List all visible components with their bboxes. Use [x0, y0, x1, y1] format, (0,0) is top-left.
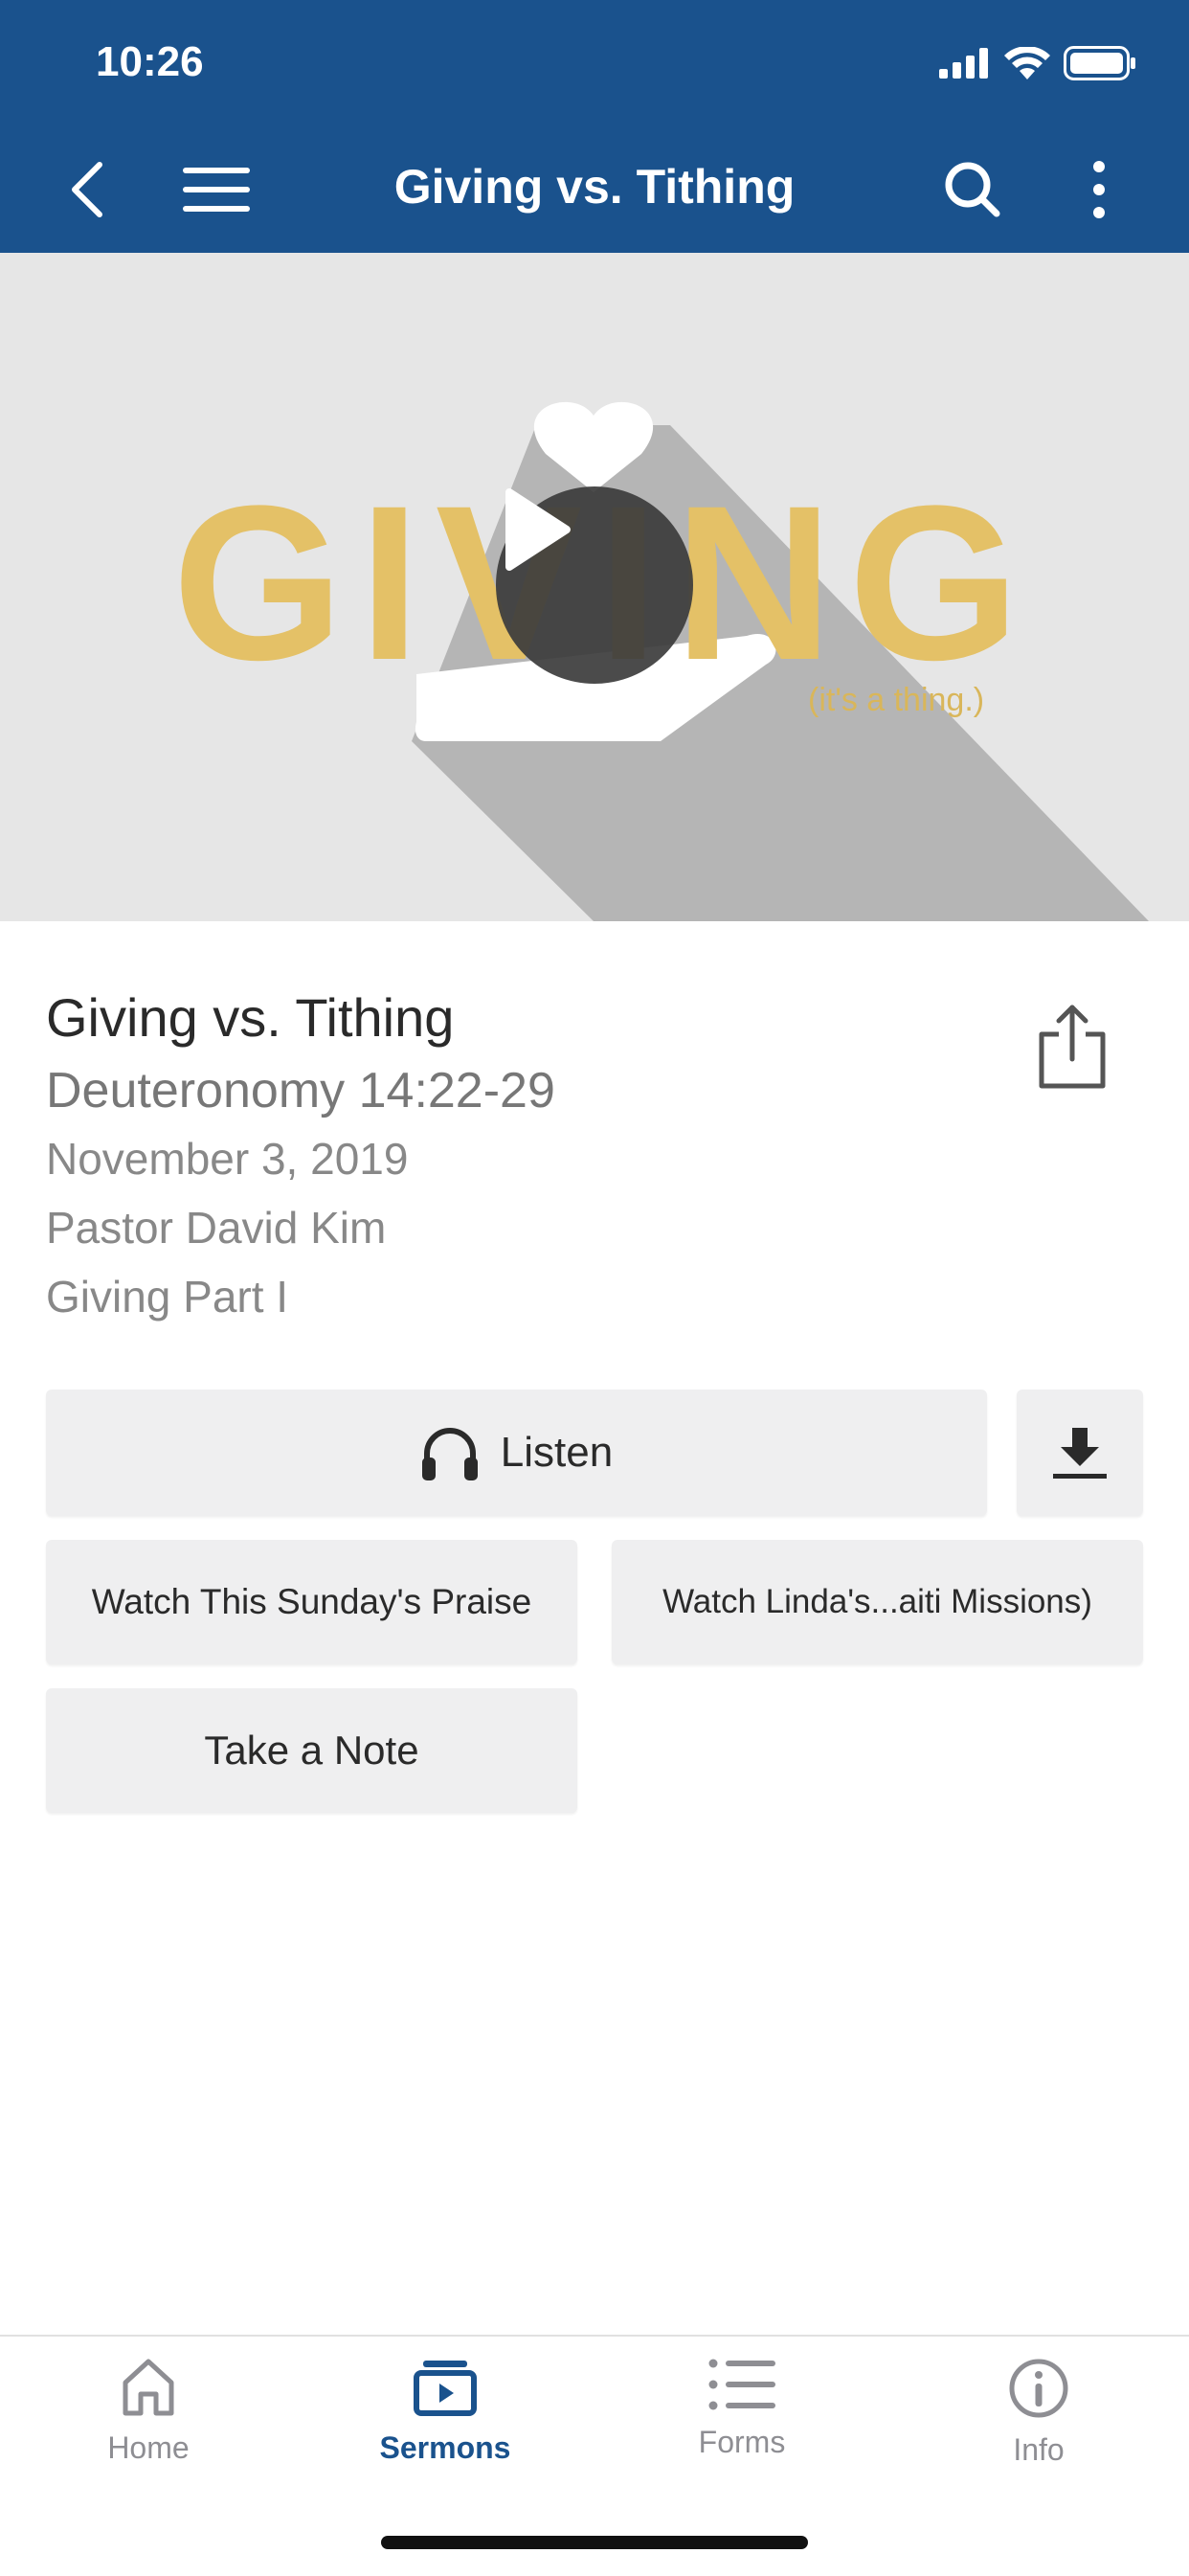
- sermon-title: Giving vs. Tithing: [46, 987, 455, 1048]
- listen-label: Listen: [500, 1429, 614, 1476]
- tab-home[interactable]: Home: [0, 2358, 297, 2501]
- sermon-info: Giving vs. Tithing Deuteronomy 14:22-29 …: [46, 986, 1003, 1340]
- search-button[interactable]: [934, 151, 1011, 228]
- home-icon: [123, 2359, 174, 2416]
- sermons-icon: [414, 2361, 477, 2416]
- download-button[interactable]: [1017, 1390, 1143, 1516]
- watch-praise-button[interactable]: Watch This Sunday's Praise: [46, 1540, 577, 1664]
- more-vertical-icon: [1093, 161, 1105, 218]
- play-icon: [505, 488, 571, 571]
- more-button[interactable]: [1061, 151, 1137, 228]
- tab-forms[interactable]: Forms: [594, 2358, 890, 2501]
- status-icons: [939, 46, 1136, 85]
- play-button[interactable]: [496, 486, 693, 684]
- share-icon: [1039, 1005, 1106, 1089]
- tab-sermons-label: Sermons: [379, 2430, 511, 2465]
- nav-row: Giving vs. Tithing: [0, 142, 1189, 237]
- tab-forms-label: Forms: [698, 2425, 786, 2459]
- sermon-date: November 3, 2019: [46, 1134, 409, 1184]
- sermon-scripture: Deuteronomy 14:22-29: [46, 1063, 555, 1119]
- status-time: 10:26: [96, 38, 204, 85]
- sermon-artwork[interactable]: GIVING (it's a thing.): [0, 253, 1189, 921]
- wifi-icon: [1004, 46, 1050, 84]
- home-indicator: [381, 2536, 808, 2549]
- forms-icon: [708, 2359, 775, 2410]
- tab-sermons[interactable]: Sermons: [297, 2358, 594, 2501]
- tab-info-label: Info: [1013, 2432, 1065, 2467]
- download-icon: [1053, 1428, 1107, 1479]
- battery-icon: [1064, 46, 1136, 85]
- take-note-button[interactable]: Take a Note: [46, 1688, 577, 1813]
- share-button[interactable]: [1036, 1004, 1109, 1090]
- search-icon: [945, 162, 1000, 217]
- sermon-speaker: Pastor David Kim: [46, 1203, 387, 1253]
- sermon-series: Giving Part I: [46, 1272, 289, 1322]
- top-bar: 10:26 Giving vs. Tithing: [0, 0, 1189, 253]
- tab-info[interactable]: Info: [890, 2358, 1187, 2501]
- artwork-subtext: (it's a thing.): [808, 682, 985, 718]
- listen-button[interactable]: Listen: [46, 1390, 987, 1516]
- tab-home-label: Home: [107, 2430, 190, 2465]
- signal-icon: [939, 48, 991, 83]
- watch-linda-button[interactable]: Watch Linda's...aiti Missions): [612, 1540, 1143, 1664]
- headphones-icon: [421, 1428, 478, 1480]
- info-icon: [1009, 2359, 1068, 2418]
